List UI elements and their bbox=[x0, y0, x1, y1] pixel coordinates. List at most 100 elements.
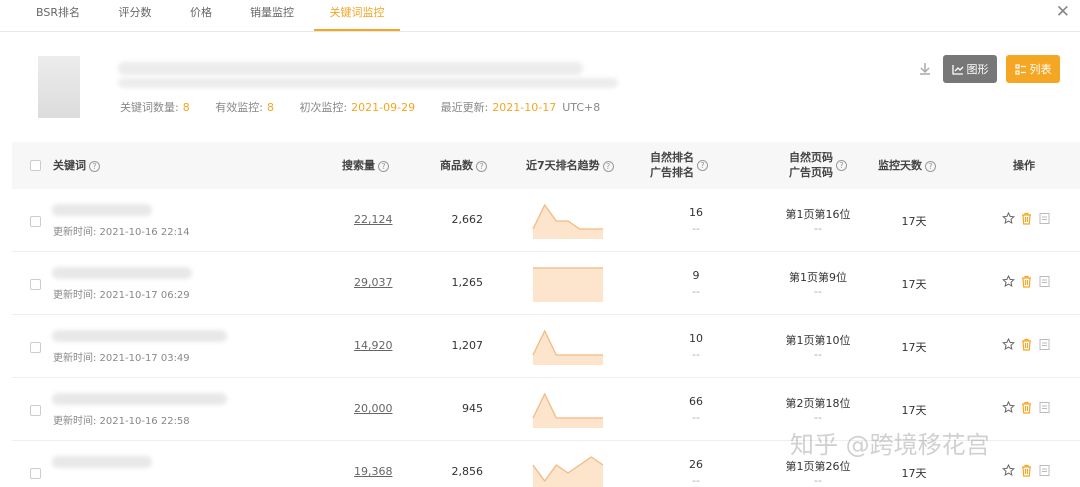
header-page: 自然页码 广告页码 ? bbox=[789, 150, 847, 180]
tab-rating-count[interactable]: 评分数 bbox=[116, 4, 154, 31]
organic-page-position: 第1页第10位 bbox=[785, 334, 851, 347]
valid-monitor-value: 8 bbox=[266, 101, 274, 114]
table-row: 更新时间: 2021-10-16 22:14 22,124 2,662 16 -- 第1页… bbox=[12, 189, 1080, 252]
row-checkbox[interactable] bbox=[30, 342, 41, 353]
watermark: 知乎 @跨境移花宫 bbox=[790, 431, 990, 459]
update-time: 更新时间: 2021-10-17 06:29 bbox=[53, 290, 190, 301]
header-7day-trend: 近7天排名趋势? bbox=[526, 158, 614, 173]
list-view-button[interactable]: 列表 bbox=[1006, 55, 1060, 83]
help-icon[interactable]: ? bbox=[925, 160, 936, 172]
row-actions bbox=[1002, 211, 1056, 225]
table-row: 更新时间: 2021-10-17 06:29 29,037 1,265 9 -- 第1页第… bbox=[12, 252, 1080, 315]
star-icon[interactable] bbox=[1002, 211, 1015, 225]
help-icon[interactable]: ? bbox=[836, 159, 847, 171]
organic-rank: 9 bbox=[692, 269, 700, 282]
header-ad-page-label: 广告页码 bbox=[789, 166, 833, 179]
star-icon[interactable] bbox=[1002, 337, 1015, 351]
tab-sales-monitor[interactable]: 销量监控 bbox=[248, 4, 296, 31]
organic-page-position: 第1页第16位 bbox=[785, 208, 851, 221]
rank-trend-sparkline bbox=[532, 203, 603, 239]
note-icon[interactable] bbox=[1038, 338, 1051, 351]
ad-page-position: -- bbox=[814, 411, 822, 424]
first-monitor-label: 初次监控: bbox=[299, 101, 348, 114]
row-actions bbox=[1002, 337, 1056, 351]
organic-page-position: 第1页第9位 bbox=[789, 271, 847, 284]
sparkline-area bbox=[533, 331, 603, 365]
rank-trend-sparkline bbox=[532, 392, 603, 428]
note-icon[interactable] bbox=[1038, 464, 1051, 477]
tab-bsr-rank[interactable]: BSR排名 bbox=[34, 4, 82, 31]
help-icon[interactable]: ? bbox=[378, 160, 389, 172]
valid-monitor-label: 有效监控: bbox=[215, 101, 263, 114]
keyword-count-label: 关键词数量: bbox=[120, 101, 179, 114]
monitor-days: 17天 bbox=[901, 215, 927, 228]
help-icon[interactable]: ? bbox=[476, 160, 487, 172]
organic-rank: 10 bbox=[689, 332, 703, 345]
search-volume-link[interactable]: 19,368 bbox=[354, 465, 393, 478]
organic-rank: 26 bbox=[689, 458, 703, 471]
organic-page-position: 第1页第26位 bbox=[785, 460, 851, 473]
delete-icon[interactable] bbox=[1020, 338, 1033, 351]
search-volume-link[interactable]: 14,920 bbox=[354, 339, 393, 352]
ad-page-position: -- bbox=[814, 348, 822, 361]
sparkline-area bbox=[533, 457, 603, 487]
monitor-stats: 关键词数量: 8 有效监控: 8 初次监控: 2021-09-29 最近更新: 2021… bbox=[120, 99, 600, 115]
organic-page-position: 第2页第18位 bbox=[785, 397, 851, 410]
header-search-volume: 搜索量? bbox=[342, 158, 389, 173]
product-count: 2,856 bbox=[451, 465, 484, 478]
tab-bar: BSR排名 评分数 价格 销量监控 关键词监控 ✕ bbox=[0, 0, 1080, 32]
row-actions bbox=[1002, 400, 1056, 414]
header-ad-rank-label: 广告排名 bbox=[650, 166, 694, 179]
table-row: 更新时间: 2021-10-17 03:49 14,920 1,207 10 -- 第1页… bbox=[12, 315, 1080, 378]
delete-icon[interactable] bbox=[1020, 464, 1033, 477]
help-icon[interactable]: ? bbox=[697, 159, 708, 171]
keyword-text-blur bbox=[52, 393, 227, 405]
tab-keyword-monitor[interactable]: 关键词监控 bbox=[314, 4, 400, 31]
list-icon bbox=[1014, 63, 1026, 75]
search-volume-link[interactable]: 29,037 bbox=[354, 276, 393, 289]
keyword-text-blur bbox=[52, 456, 152, 468]
header-actions: 操作 bbox=[1013, 159, 1035, 172]
keyword-count-value: 8 bbox=[182, 101, 190, 114]
row-checkbox[interactable] bbox=[30, 279, 41, 290]
delete-icon[interactable] bbox=[1020, 212, 1033, 225]
product-count: 1,207 bbox=[451, 339, 484, 352]
row-checkbox[interactable] bbox=[30, 405, 41, 416]
note-icon[interactable] bbox=[1038, 401, 1051, 414]
note-icon[interactable] bbox=[1038, 212, 1051, 225]
product-count: 2,662 bbox=[451, 213, 484, 226]
sparkline-area bbox=[533, 205, 603, 239]
help-icon[interactable]: ? bbox=[89, 160, 100, 172]
header-products-label: 商品数 bbox=[440, 159, 473, 172]
row-checkbox[interactable] bbox=[30, 468, 41, 479]
close-icon[interactable]: ✕ bbox=[1056, 2, 1070, 22]
help-icon[interactable]: ? bbox=[602, 160, 614, 172]
chart-view-button[interactable]: 图形 bbox=[943, 55, 997, 83]
delete-icon[interactable] bbox=[1020, 401, 1033, 414]
rank-trend-sparkline bbox=[533, 267, 603, 302]
keyword-text-blur bbox=[52, 330, 227, 342]
keyword-text-blur bbox=[52, 267, 192, 279]
note-icon[interactable] bbox=[1038, 275, 1051, 288]
list-view-label: 列表 bbox=[1029, 63, 1052, 76]
product-thumbnail bbox=[38, 56, 80, 118]
line-chart-icon bbox=[951, 64, 963, 75]
tab-price[interactable]: 价格 bbox=[188, 4, 214, 31]
ad-rank: -- bbox=[692, 411, 700, 424]
download-icon[interactable] bbox=[918, 62, 932, 76]
monitor-days: 17天 bbox=[901, 467, 927, 480]
update-time: 更新时间: 2021-10-16 22:58 bbox=[53, 416, 190, 427]
row-actions bbox=[1002, 274, 1056, 288]
keyword-text-blur bbox=[52, 204, 152, 216]
ad-rank: -- bbox=[692, 348, 700, 361]
star-icon[interactable] bbox=[1002, 463, 1015, 477]
monitor-days: 17天 bbox=[901, 278, 927, 291]
row-checkbox[interactable] bbox=[30, 216, 41, 227]
search-volume-link[interactable]: 22,124 bbox=[354, 213, 393, 226]
star-icon[interactable] bbox=[1002, 274, 1015, 288]
star-icon[interactable] bbox=[1002, 400, 1015, 414]
search-volume-link[interactable]: 20,000 bbox=[354, 402, 393, 415]
monitor-days: 17天 bbox=[901, 404, 927, 417]
delete-icon[interactable] bbox=[1020, 275, 1033, 288]
select-all-checkbox[interactable] bbox=[30, 160, 41, 171]
